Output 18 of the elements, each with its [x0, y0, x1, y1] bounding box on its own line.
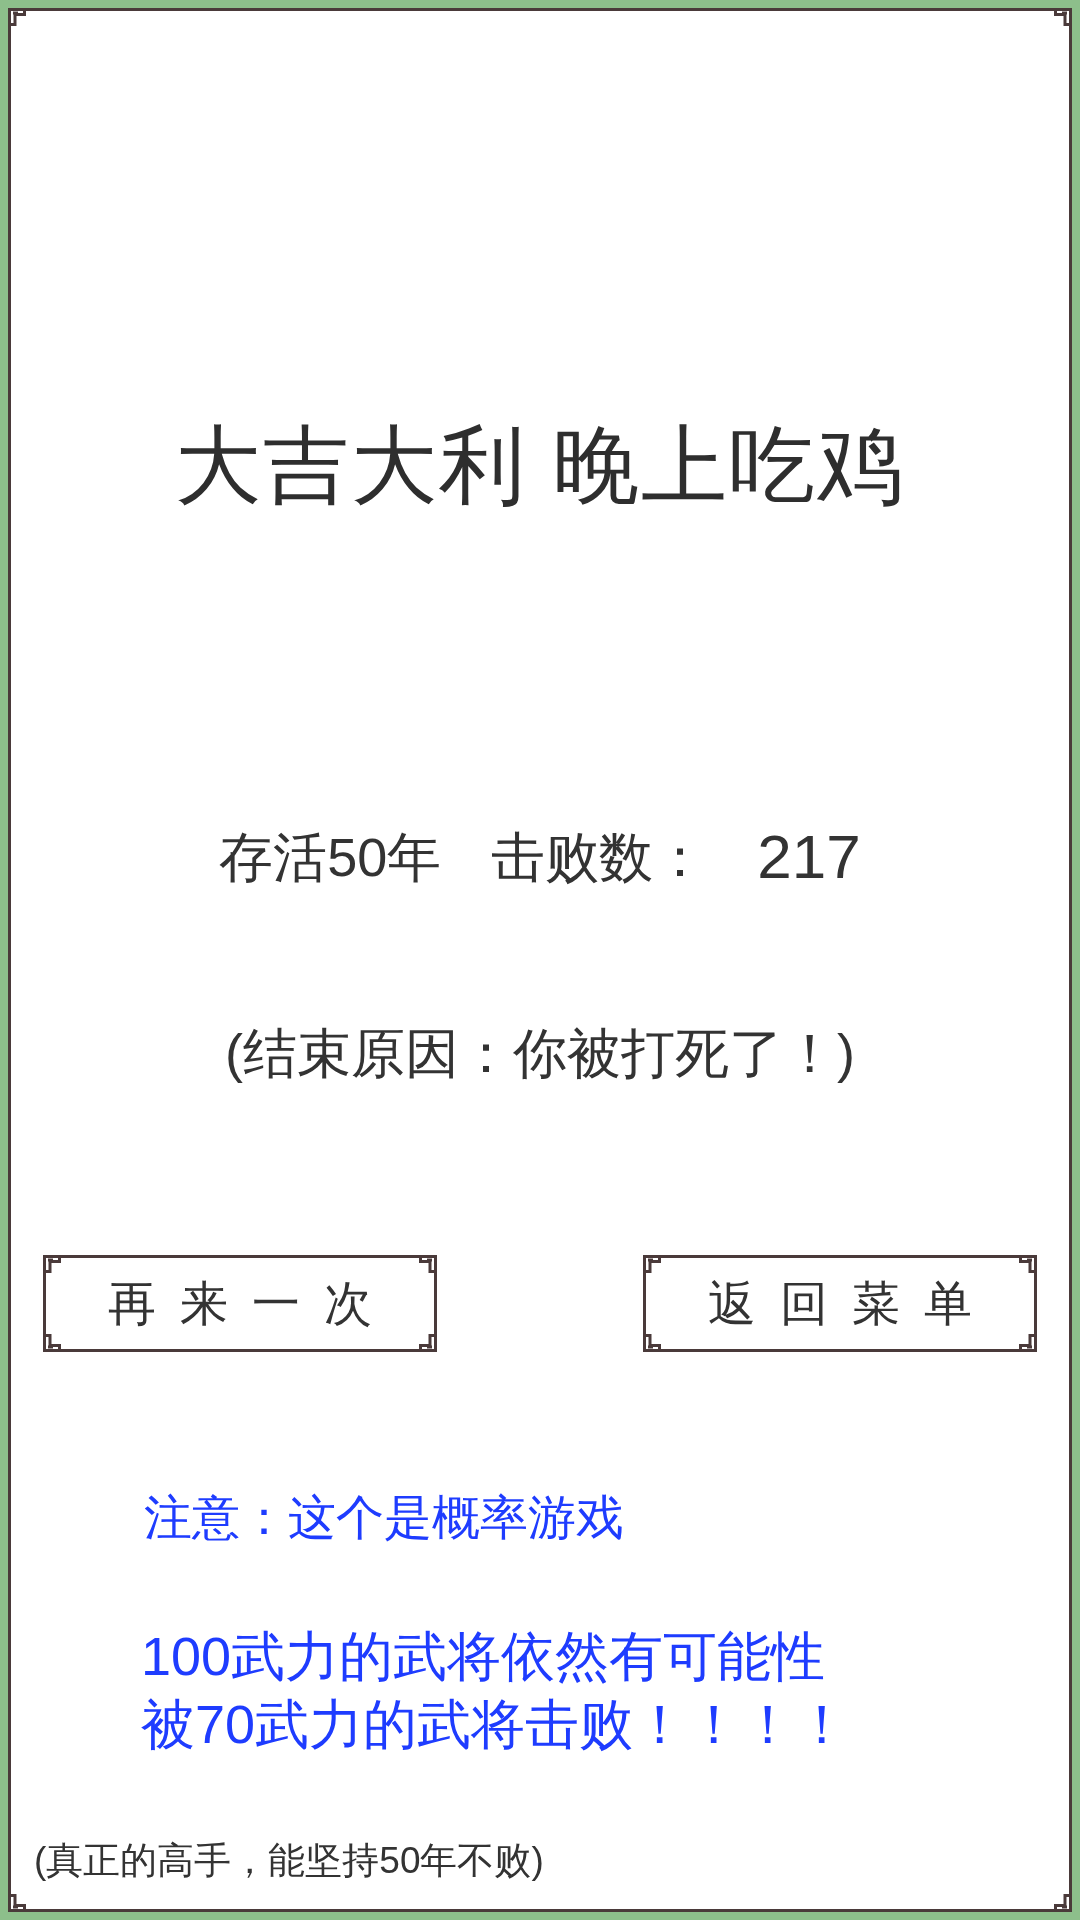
- footer-text: (真正的高手，能坚持50年不败): [34, 1839, 544, 1883]
- corner-ornament-icon: [643, 1334, 661, 1352]
- game-title: 大吉大利 晚上吃鸡: [175, 416, 905, 515]
- corner-ornament-icon: [643, 1255, 661, 1273]
- end-reason-text: (结束原因：你被打死了！): [225, 1022, 855, 1085]
- defeats-label: 击败数：: [491, 826, 708, 889]
- corner-ornament-icon: [419, 1334, 437, 1352]
- corner-ornament-icon: [43, 1334, 61, 1352]
- corner-ornament-icon: [1019, 1255, 1037, 1273]
- warning-text: 100武力的武将依然有可能性 被70武力的武将击败！！！！: [141, 1625, 850, 1756]
- corner-ornament-icon: [43, 1255, 61, 1273]
- notice-text: 注意：这个是概率游戏: [144, 1490, 624, 1546]
- survived-years-text: 存活50年: [219, 826, 442, 889]
- retry-button[interactable]: 再来一次: [43, 1255, 437, 1352]
- defeats-count: 217: [757, 824, 861, 890]
- menu-button[interactable]: 返回菜单: [643, 1255, 1037, 1352]
- corner-ornament-icon: [1019, 1334, 1037, 1352]
- corner-ornament-icon: [419, 1255, 437, 1273]
